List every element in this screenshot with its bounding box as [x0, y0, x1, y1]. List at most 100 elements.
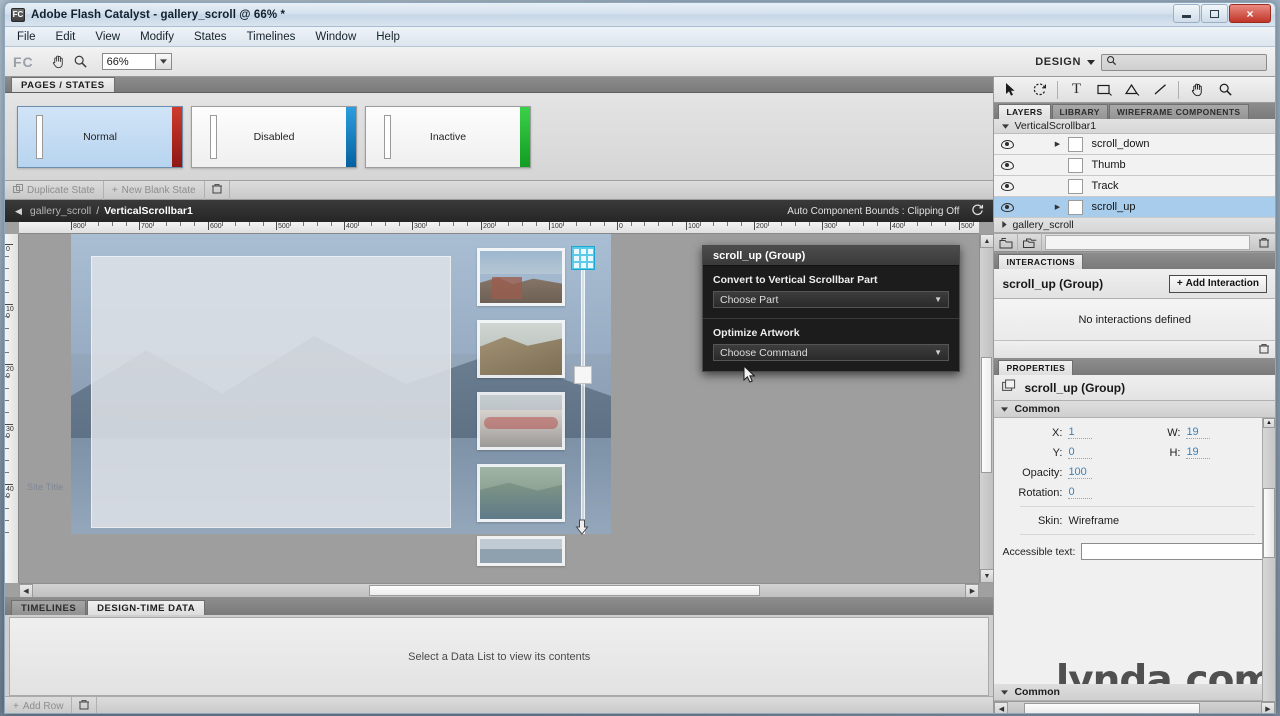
visibility-eye-icon[interactable] — [994, 202, 1020, 212]
scroll-right-icon[interactable]: ▶ — [965, 583, 980, 597]
state-card-normal[interactable]: Normal — [17, 105, 183, 168]
property-value-h[interactable]: 19 — [1186, 446, 1211, 459]
scroll-left-icon[interactable]: ◀ — [994, 701, 1009, 713]
menu-item-help[interactable]: Help — [376, 31, 400, 43]
search-box[interactable] — [1101, 53, 1267, 71]
tab-timelines[interactable]: TIMELINES — [11, 600, 87, 615]
tab-properties[interactable]: PROPERTIES — [998, 360, 1074, 375]
scroll-left-icon[interactable]: ◀ — [19, 583, 33, 597]
visibility-eye-icon[interactable] — [994, 160, 1020, 170]
line-tool-icon[interactable] — [1147, 79, 1173, 101]
property-value-y[interactable]: 0 — [1068, 446, 1093, 459]
tab-interactions[interactable]: INTERACTIONS — [998, 254, 1083, 269]
new-blank-state-button[interactable]: + New Blank State — [104, 180, 205, 200]
transform-icon[interactable] — [1026, 79, 1052, 101]
scroll-right-icon[interactable]: ▶ — [1261, 701, 1275, 713]
tab-wireframe-components[interactable]: WIREFRAME COMPONENTS — [1108, 104, 1249, 119]
properties-section-common[interactable]: Common — [994, 401, 1275, 418]
trash-icon[interactable] — [1253, 237, 1275, 248]
tab-pages-states[interactable]: PAGES / STATES — [11, 77, 115, 92]
minimize-button[interactable] — [1173, 4, 1200, 23]
layer-row-scroll-up[interactable]: ▶ scroll_up — [994, 197, 1275, 218]
chevron-right-icon[interactable]: ▶ — [1046, 203, 1068, 211]
delete-row-button[interactable] — [72, 696, 98, 713]
visibility-eye-icon[interactable] — [994, 181, 1020, 191]
tab-design-time-data[interactable]: DESIGN-TIME DATA — [87, 600, 206, 615]
new-group-icon[interactable] — [994, 233, 1019, 252]
scrollbar-track[interactable] — [581, 254, 585, 534]
duplicate-state-button[interactable]: Duplicate State — [5, 180, 104, 200]
state-card-inactive[interactable]: Inactive — [365, 105, 531, 168]
property-value-rotation[interactable]: 0 — [1068, 486, 1093, 499]
chevron-down-icon[interactable] — [1002, 120, 1010, 132]
hand-tool-icon[interactable] — [1184, 79, 1210, 101]
breadcrumb-parent[interactable]: gallery_scroll — [30, 205, 91, 217]
zoom-tool-icon[interactable] — [1212, 79, 1238, 101]
choose-command-select[interactable]: Choose Command ▼ — [713, 344, 949, 361]
scroll-up-icon[interactable]: ▲ — [1263, 418, 1275, 428]
chevron-right-icon[interactable]: ▶ — [1046, 140, 1068, 148]
text-tool-icon[interactable]: T — [1063, 79, 1089, 101]
property-w[interactable]: W: 19 — [1122, 426, 1240, 439]
canvas-horizontal-scrollbar[interactable]: ◀ ▶ — [19, 583, 980, 597]
property-rotation[interactable]: Rotation: 0 — [1004, 486, 1122, 499]
select-arrow-icon[interactable] — [998, 79, 1024, 101]
property-y[interactable]: Y: 0 — [1004, 446, 1122, 459]
zoom-level-combo[interactable]: 66% — [101, 53, 172, 70]
property-skin[interactable]: Skin: Wireframe — [1004, 515, 1122, 527]
scroll-down-icon[interactable]: ▼ — [979, 569, 994, 583]
chevron-down-icon[interactable] — [1001, 403, 1009, 415]
chevron-down-icon[interactable] — [1001, 686, 1009, 698]
menu-item-window[interactable]: Window — [315, 31, 356, 43]
properties-hscroll-thumb[interactable] — [1024, 703, 1200, 713]
accessible-text-input[interactable] — [1081, 543, 1267, 560]
layer-row-scroll-down[interactable]: ▶ scroll_down — [994, 134, 1275, 155]
polygon-tool-icon[interactable] — [1119, 79, 1145, 101]
search-input[interactable] — [1120, 56, 1262, 68]
property-value-w[interactable]: 19 — [1186, 426, 1211, 439]
properties-vertical-scrollbar[interactable]: ▲ — [1262, 418, 1275, 701]
property-x[interactable]: X: 1 — [1004, 426, 1122, 439]
layers-group-header[interactable]: VerticalScrollbar1 — [994, 119, 1275, 134]
canvas-region[interactable]: 800 700 600 500 400 300 200 100 0 100 200 300 400 500… — [5, 222, 994, 597]
gallery-thumbnail[interactable] — [477, 464, 565, 522]
choose-part-select[interactable]: Choose Part ▼ — [713, 291, 949, 308]
canvas-hscroll-thumb[interactable] — [368, 585, 761, 596]
chevron-right-icon[interactable] — [1002, 219, 1008, 231]
gallery-thumbnail[interactable] — [477, 392, 565, 450]
maximize-button[interactable] — [1201, 4, 1228, 23]
menu-item-timelines[interactable]: Timelines — [247, 31, 296, 43]
zoom-level-value[interactable]: 66% — [103, 54, 155, 69]
chevron-down-icon[interactable] — [154, 54, 171, 69]
menu-item-modify[interactable]: Modify — [140, 31, 174, 43]
gallery-thumbnail[interactable] — [477, 320, 565, 378]
properties-horizontal-scrollbar[interactable]: ◀ ▶ — [994, 701, 1275, 713]
rectangle-tool-icon[interactable] — [1091, 79, 1117, 101]
gallery-thumbnail[interactable] — [477, 248, 565, 306]
refresh-icon[interactable] — [971, 203, 984, 219]
hand-icon[interactable] — [48, 51, 70, 73]
add-row-button[interactable]: + Add Row — [5, 696, 73, 713]
canvas-vertical-scrollbar[interactable]: ▲ ▼ — [979, 234, 994, 583]
scroll-down-arrow-icon[interactable] — [575, 519, 589, 535]
scrollbar-thumb[interactable] — [574, 366, 592, 384]
property-value-x[interactable]: 1 — [1068, 426, 1093, 439]
property-opacity[interactable]: Opacity: 100 — [1004, 466, 1122, 479]
chevron-down-icon[interactable] — [1087, 56, 1095, 68]
close-button[interactable]: × — [1229, 4, 1271, 23]
scroll-up-selection-handle[interactable] — [571, 246, 595, 270]
properties-scroll-thumb[interactable] — [1263, 488, 1275, 558]
properties-next-section[interactable]: Common — [994, 684, 1262, 701]
visibility-eye-icon[interactable] — [994, 139, 1020, 149]
property-value-opacity[interactable]: 100 — [1068, 466, 1093, 479]
scroll-up-icon[interactable]: ▲ — [979, 234, 994, 248]
delete-state-button[interactable] — [205, 180, 230, 200]
canvas-vscroll-thumb[interactable] — [981, 357, 993, 473]
property-h[interactable]: H: 19 — [1122, 446, 1240, 459]
menu-item-view[interactable]: View — [95, 31, 120, 43]
layers-footer-group[interactable]: gallery_scroll — [994, 218, 1275, 233]
state-card-disabled[interactable]: Disabled — [191, 105, 357, 168]
magnifier-icon[interactable] — [70, 51, 92, 73]
trash-icon[interactable] — [1258, 343, 1270, 357]
tab-library[interactable]: LIBRARY — [1051, 104, 1108, 119]
